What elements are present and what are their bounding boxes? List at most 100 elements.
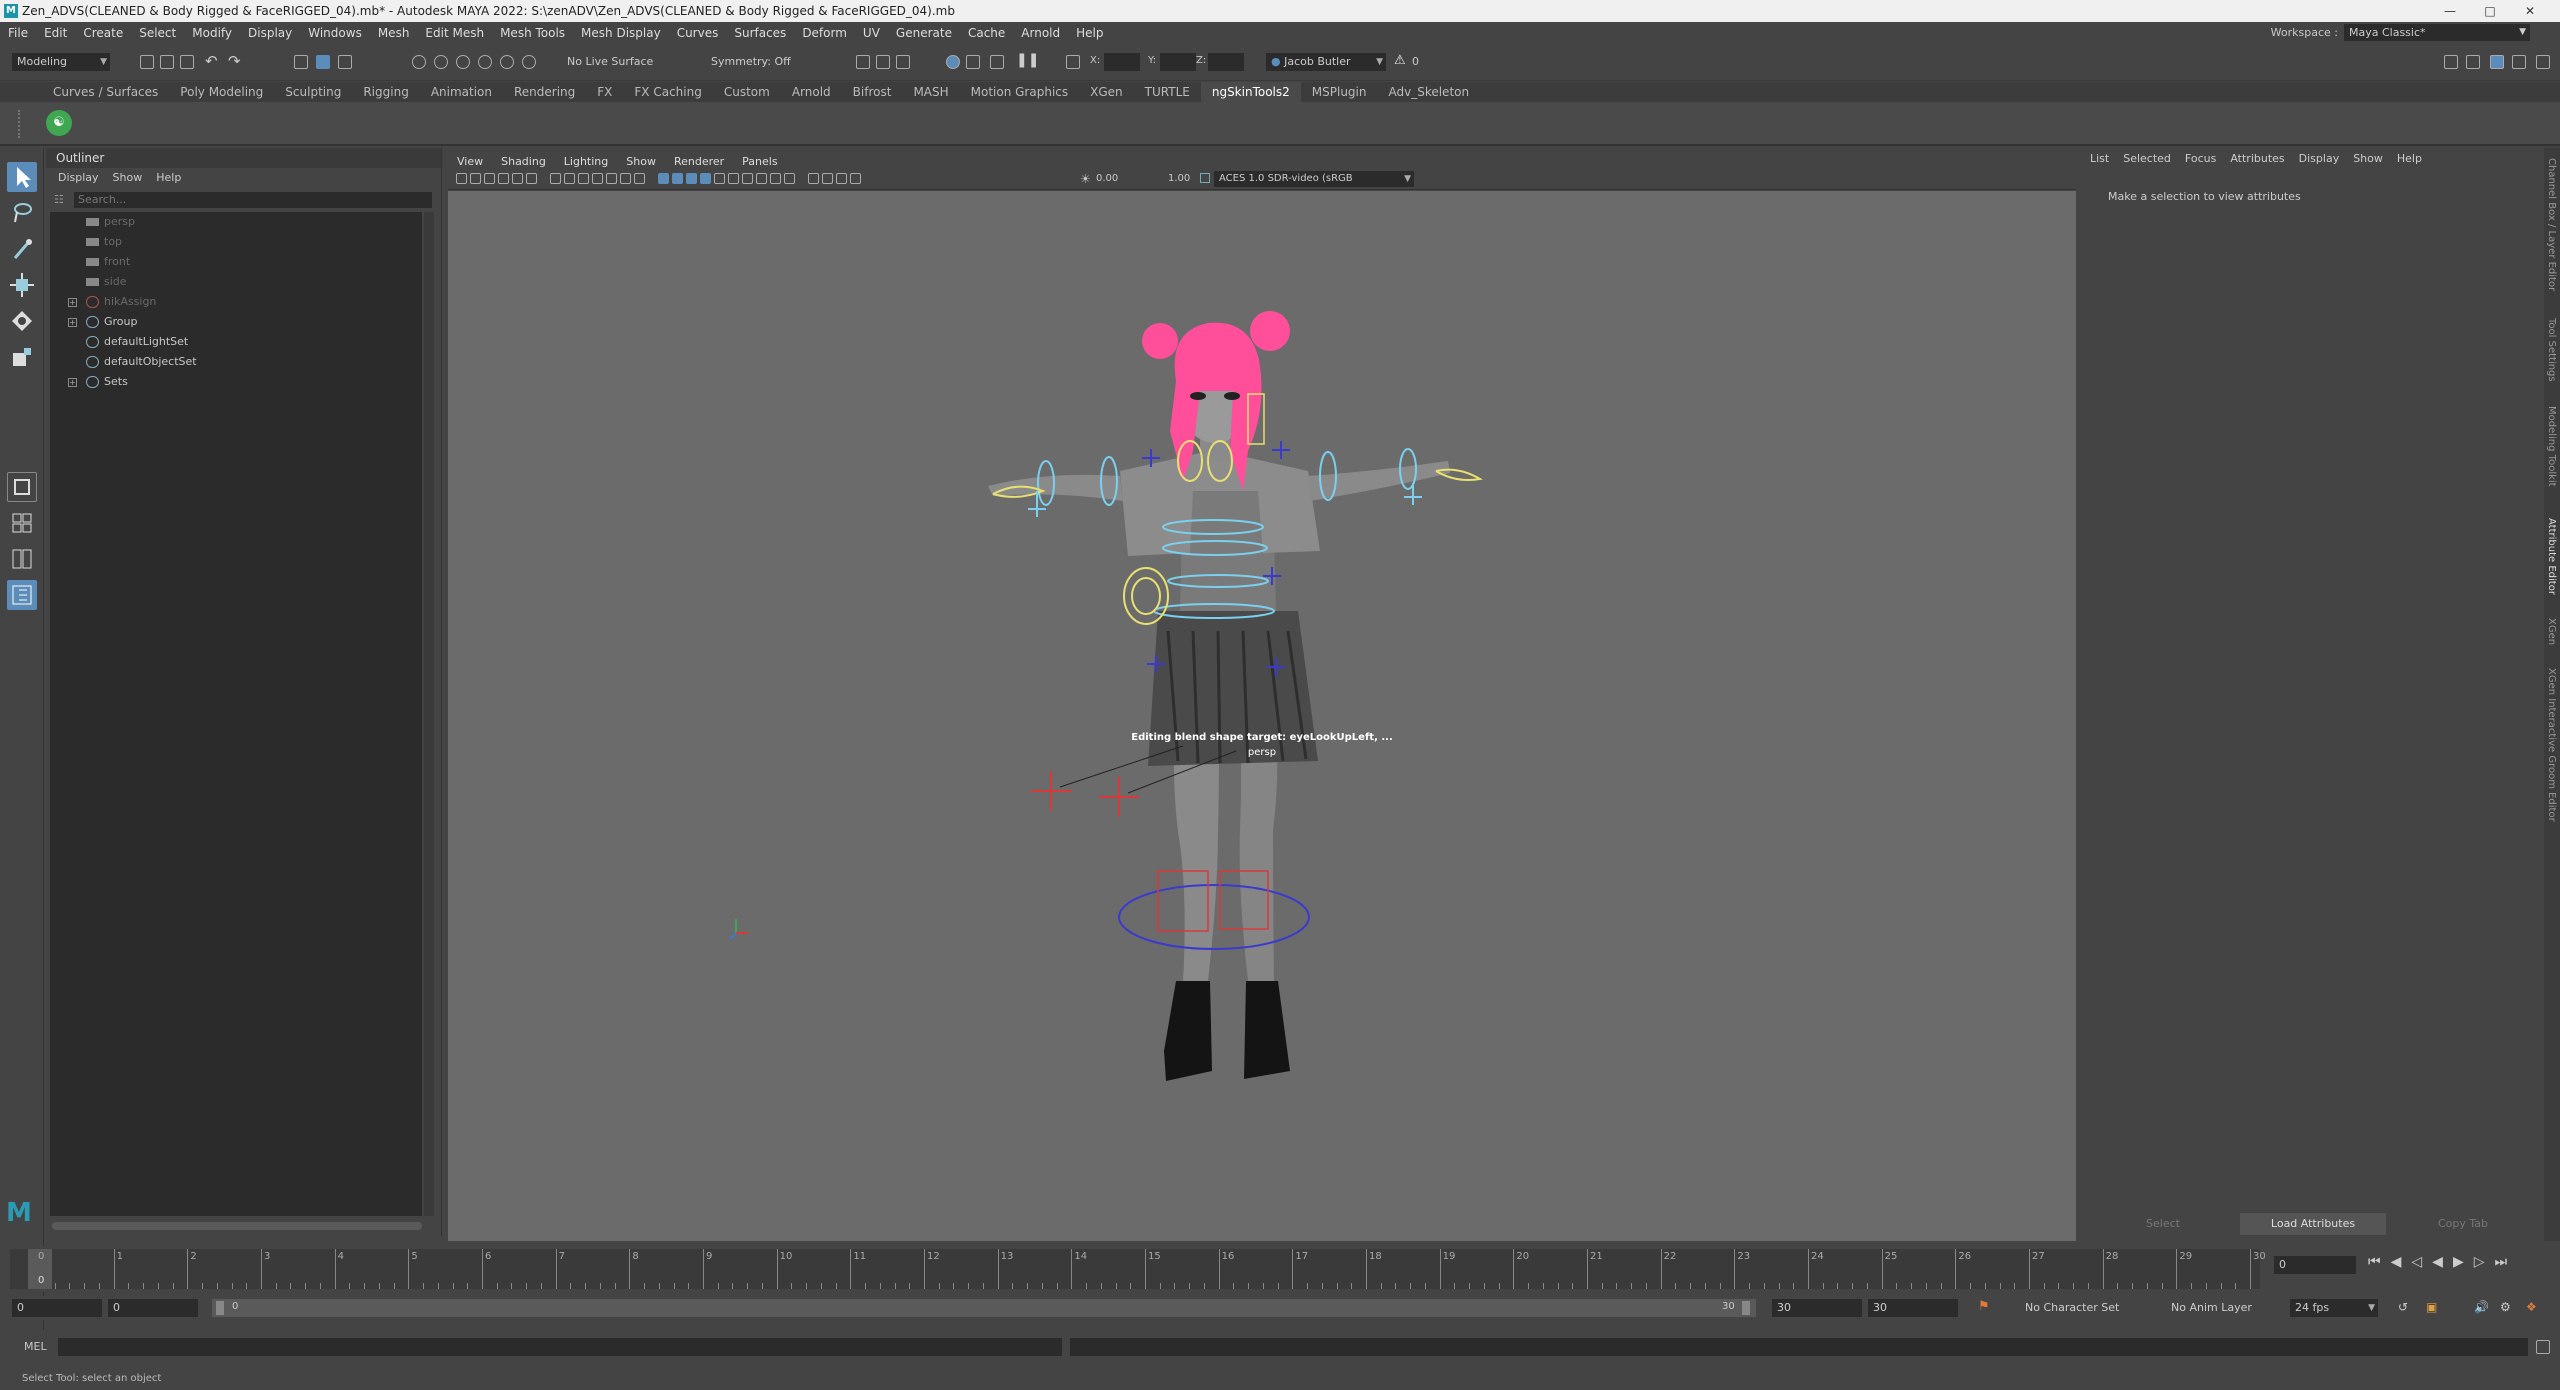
shelf-tab-sculpting[interactable]: Sculpting [274,82,352,102]
side-tab-xgen-groom[interactable]: XGen Interactive Groom Editor [2546,668,2557,822]
shelf-tab-bifrost[interactable]: Bifrost [842,82,903,102]
go-to-start-icon[interactable]: ⏮ [2368,1254,2391,1270]
four-view-layout-icon[interactable] [7,508,37,538]
rotate-tool-icon[interactable] [7,306,37,336]
menu-file[interactable]: File [0,26,36,40]
persp-outliner-layout-icon[interactable] [7,544,37,574]
expand-icon[interactable]: + [68,318,77,327]
ae-menu-show[interactable]: Show [2353,152,2383,165]
menu-mesh-tools[interactable]: Mesh Tools [492,26,573,40]
film-gate-icon[interactable] [564,173,575,184]
image-plane-icon[interactable] [498,173,509,184]
shelf-tab-fx-caching[interactable]: FX Caching [623,82,712,102]
menu-create[interactable]: Create [75,26,131,40]
side-tab-modeling-toolkit[interactable]: Modeling Toolkit [2546,406,2557,487]
ae-copy-tab-button[interactable]: Copy Tab [2390,1213,2536,1235]
mel-input[interactable] [58,1338,1062,1356]
ipr-render-icon[interactable] [896,55,910,69]
shelf-tab-custom[interactable]: Custom [713,82,781,102]
menu-modify[interactable]: Modify [184,26,240,40]
live-surface-dropdown[interactable]: No Live Surface [562,53,672,71]
step-back-key-icon[interactable]: ◀ [2391,1254,2412,1270]
z-field[interactable] [1208,53,1244,71]
modeling-toolkit-icon[interactable] [2444,55,2458,69]
camera-attributes-icon[interactable] [470,173,481,184]
menu-uv[interactable]: UV [855,26,888,40]
step-forward-frame-icon[interactable]: ▷ [2474,1254,2495,1270]
shelf-tab-mash[interactable]: MASH [902,82,959,102]
undo-icon[interactable]: ↶ [205,52,218,70]
safe-action-icon[interactable] [620,173,631,184]
hypershade-icon[interactable] [966,55,980,69]
new-scene-icon[interactable] [140,55,154,69]
redo-icon[interactable]: ↷ [228,52,241,70]
motion-blur-icon[interactable] [756,173,767,184]
step-back-frame-icon[interactable]: ◁ [2411,1254,2432,1270]
isolate-select-icon[interactable] [808,173,819,184]
scale-tool-icon[interactable] [7,342,37,372]
2d-pan-zoom-icon[interactable] [526,173,537,184]
shelf-tab-poly-modeling[interactable]: Poly Modeling [169,82,274,102]
field-chart-icon[interactable] [606,173,617,184]
ae-menu-selected[interactable]: Selected [2123,152,2171,165]
side-tab-xgen[interactable]: XGen [2546,618,2557,645]
side-tab-attribute-editor[interactable]: Attribute Editor [2546,518,2557,595]
gate-mask-icon[interactable] [592,173,603,184]
outliner-item[interactable]: defaultLightSet [50,332,422,352]
auto-key-icon[interactable]: ⚑ [1978,1299,1990,1314]
menu-mesh-display[interactable]: Mesh Display [573,26,669,40]
outliner-menu-show[interactable]: Show [113,171,143,184]
ambient-occlusion-icon[interactable] [742,173,753,184]
render-settings-icon[interactable] [946,55,960,69]
shelf-grip-icon[interactable] [18,110,24,138]
shelf-tab-ngskintools2[interactable]: ngSkinTools2 [1200,82,1301,102]
quick-rig-icon[interactable]: ❖ [2526,1300,2537,1314]
anti-aliasing-icon[interactable] [770,173,781,184]
use-lights-icon[interactable] [714,173,725,184]
select-hierarchy-icon[interactable] [294,55,308,69]
snap-grid-icon[interactable] [412,55,426,69]
ae-select-button[interactable]: Select [2090,1213,2236,1235]
playback-end-field[interactable]: 30 [1772,1299,1862,1317]
filter-icon[interactable]: ☷ [54,193,64,206]
viewport-menu-renderer[interactable]: Renderer [665,155,733,168]
side-tab-tool-settings[interactable]: Tool Settings [2546,318,2557,382]
menu-display[interactable]: Display [240,26,300,40]
snap-curve-icon[interactable] [434,55,448,69]
user-account-dropdown[interactable]: ● Jacob Butler ▼ [1266,53,1386,71]
animation-start-field[interactable]: 0 [12,1299,102,1317]
viewport-menu-shading[interactable]: Shading [492,155,555,168]
animation-end-field[interactable]: 30 [1868,1299,1958,1317]
render-frame-icon[interactable] [856,55,870,69]
menu-cache[interactable]: Cache [960,26,1013,40]
outliner-item[interactable]: persp [50,212,422,232]
playback-start-field[interactable]: 0 [108,1299,198,1317]
viewport-menu-view[interactable]: View [448,155,492,168]
command-language-label[interactable]: MEL [24,1340,47,1353]
single-perspective-view-icon[interactable] [7,472,37,502]
maximize-icon[interactable]: □ [2470,0,2510,22]
time-slider[interactable]: 1 2 3 4 5 6 7 8 9 10 11 12 13 14 15 16 17 18 19 20 21 22 23 24 2… [10,1249,2266,1289]
perspective-viewport[interactable]: Editing blend shape target: eyeLookUpLef… [448,191,2076,1241]
current-frame-field[interactable]: 0 [2274,1256,2356,1274]
go-to-end-icon[interactable]: ⏭ [2495,1254,2518,1270]
select-tool-icon[interactable] [7,162,37,192]
workspace-dropdown[interactable]: Maya Classic* ▼ [2344,24,2530,41]
menu-generate[interactable]: Generate [888,26,960,40]
camera-select-icon[interactable] [456,173,467,184]
sound-icon[interactable]: 🔊 [2474,1300,2489,1314]
viewport-menu-lighting[interactable]: Lighting [555,155,617,168]
anim-layer-dropdown[interactable]: No Anim Layer [2166,1299,2276,1317]
menu-edit[interactable]: Edit [36,26,75,40]
outliner-item[interactable]: front [50,252,422,272]
tool-settings-toggle-icon[interactable] [2512,55,2526,69]
resolution-gate-icon[interactable] [578,173,589,184]
outliner-item[interactable]: top [50,232,422,252]
viewport-menu-panels[interactable]: Panels [733,155,786,168]
channel-box-toggle-icon[interactable] [2536,55,2550,69]
snap-surface-icon[interactable] [500,55,514,69]
select-object-icon[interactable] [316,55,330,69]
xray-icon[interactable] [822,173,833,184]
outliner-menu-help[interactable]: Help [156,171,181,184]
shelf-tab-animation[interactable]: Animation [420,82,503,102]
